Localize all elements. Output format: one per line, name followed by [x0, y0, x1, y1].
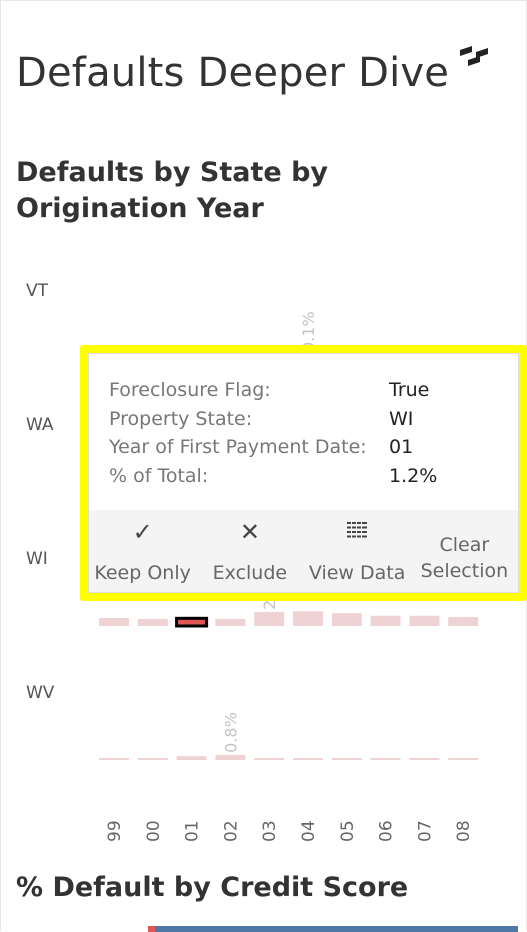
- x-tick-label: 02: [221, 820, 241, 842]
- tooltip-label: Foreclosure Flag:: [109, 379, 271, 401]
- tooltip-row: Foreclosure Flag: True: [109, 376, 437, 405]
- bar-WV-03[interactable]: [254, 758, 285, 760]
- x-tick-label: 01: [183, 820, 203, 842]
- tooltip-label: % of Total:: [109, 464, 209, 487]
- keep-only-button[interactable]: ✓ Keep Only: [89, 510, 196, 592]
- tooltip-label: Property State:: [109, 407, 253, 430]
- clear-selection-label: Clear Selection: [411, 532, 518, 584]
- exclude-label: Exclude: [212, 562, 288, 584]
- clear-selection-button[interactable]: Clear Selection: [411, 510, 518, 592]
- tooltip-actions: ✓ Keep Only ✕ Exclude View Data Clear Se…: [89, 510, 518, 592]
- bar-WV-99[interactable]: [99, 758, 129, 760]
- x-tick-label: 07: [415, 820, 435, 842]
- data-label: 0.8%: [221, 712, 240, 753]
- bar-WV-04[interactable]: [293, 758, 323, 760]
- exclude-button[interactable]: ✕ Exclude: [196, 510, 303, 592]
- tooltip-value: 01: [389, 436, 414, 458]
- credit-score-title: % Default by Credit Score: [16, 872, 409, 903]
- bar-WI-03[interactable]: [254, 611, 285, 626]
- tooltip-row: % of Total: 1.2%: [109, 462, 437, 491]
- tooltip-label: Year of First Payment Date:: [109, 436, 367, 458]
- tooltip-value: WI: [389, 407, 414, 430]
- bar-WI-06[interactable]: [370, 615, 401, 626]
- tooltip: Foreclosure Flag: True Property State: WI …: [80, 345, 527, 601]
- bar-WI-00[interactable]: [137, 618, 168, 626]
- view-data-label: View Data: [308, 562, 406, 584]
- x-icon: ✕: [239, 518, 260, 546]
- clear-selection-line1: Clear: [439, 534, 490, 556]
- bar-WV-02[interactable]: [215, 754, 246, 760]
- check-icon: ✓: [132, 518, 153, 546]
- bar-WV-07[interactable]: [409, 758, 440, 760]
- x-tick-label: 00: [144, 820, 164, 842]
- x-tick-label: 99: [105, 820, 125, 842]
- bar-WV-00[interactable]: [137, 758, 168, 760]
- x-tick-label: 05: [338, 820, 358, 842]
- tooltip-row: Year of First Payment Date: 01: [109, 433, 437, 462]
- bar-WV-08[interactable]: [448, 758, 479, 760]
- bar-WI-08[interactable]: [448, 617, 479, 626]
- bar-WI-02[interactable]: [215, 618, 246, 626]
- clear-selection-line2: Selection: [420, 560, 509, 582]
- x-tick-label: 03: [260, 820, 280, 842]
- bar-WI-01[interactable]: [175, 616, 209, 628]
- tooltip-value: True: [389, 379, 430, 401]
- view-data-button[interactable]: View Data: [304, 510, 411, 592]
- bar-WI-05[interactable]: [331, 613, 362, 626]
- bar-WV-05[interactable]: [331, 758, 362, 760]
- bar-WV-06[interactable]: [370, 758, 401, 760]
- tooltip-value: 1.2%: [389, 464, 438, 487]
- x-tick-label: 08: [454, 820, 474, 842]
- bar-WI-99[interactable]: [99, 618, 129, 626]
- grid-icon: [347, 522, 368, 538]
- bar-WV-01[interactable]: [176, 756, 207, 760]
- bar-WI-04[interactable]: [293, 611, 323, 626]
- keep-only-label: Keep Only: [94, 562, 191, 584]
- credit-score-default-segment: [148, 926, 155, 932]
- x-tick-label: 04: [299, 820, 319, 842]
- tooltip-row: Property State: WI: [109, 405, 437, 434]
- credit-score-bar[interactable]: [148, 926, 518, 932]
- x-tick-label: 06: [377, 820, 397, 842]
- bar-WI-07[interactable]: [409, 615, 440, 626]
